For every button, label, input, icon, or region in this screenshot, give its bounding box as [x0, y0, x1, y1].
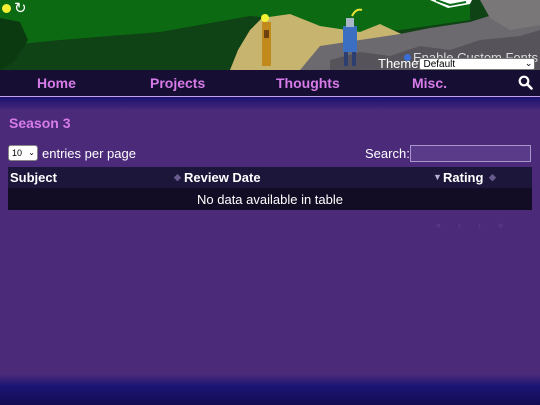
column-header-subject[interactable]: Subject	[10, 170, 57, 185]
nav-item-projects[interactable]: Projects	[150, 75, 205, 91]
footer-bar	[0, 374, 540, 405]
refresh-icon[interactable]: ↻	[14, 0, 27, 16]
theme-label: Theme	[378, 56, 419, 70]
chevron-down-icon: ⌄	[524, 57, 533, 68]
column-header-rating[interactable]: Rating	[443, 170, 483, 185]
nav-item-misc[interactable]: Misc.	[412, 75, 447, 91]
main-nav: Home Projects Thoughts Misc.	[0, 70, 540, 97]
page-length-value: 10	[12, 148, 23, 158]
chevron-down-icon: ⌄	[28, 148, 35, 157]
search-input[interactable]	[409, 145, 531, 162]
nav-item-home[interactable]: Home	[37, 75, 76, 91]
table-header: Subject ◆ Review Date ▼ Rating ◆	[8, 167, 532, 188]
pagination: « ‹ › »	[436, 220, 503, 230]
sun-icon[interactable]	[2, 4, 11, 13]
search-label: Search:	[365, 146, 410, 161]
last-page-button[interactable]: »	[498, 220, 503, 230]
page-length-control: 10 ⌄ entries per page	[8, 145, 136, 161]
table-row: No data available in table	[8, 188, 532, 210]
theme-select[interactable]: Default ⌄	[419, 57, 536, 70]
theme-picker: Theme Default ⌄	[378, 56, 536, 70]
sort-icon: ◆	[489, 172, 496, 182]
table-search: Search:	[365, 145, 531, 162]
sort-descending-icon: ▼	[433, 172, 442, 182]
empty-table-message: No data available in table	[197, 192, 343, 207]
nav-item-thoughts[interactable]: Thoughts	[276, 75, 340, 91]
reviews-table: Subject ◆ Review Date ▼ Rating ◆ No data…	[8, 167, 532, 210]
search-icon[interactable]	[518, 75, 533, 90]
page-length-select[interactable]: 10 ⌄	[8, 145, 38, 161]
column-header-review-date[interactable]: Review Date	[184, 170, 261, 185]
previous-page-button[interactable]: ‹	[458, 220, 461, 230]
entries-label: entries per page	[42, 145, 136, 161]
theme-select-value: Default	[423, 58, 456, 70]
first-page-button[interactable]: «	[436, 220, 441, 230]
header-divider	[0, 97, 540, 111]
header-banner: ↻ Enable Custom Fonts Theme Default ⌄	[0, 0, 540, 70]
sort-icon: ◆	[174, 172, 181, 182]
page-title: Season 3	[9, 115, 71, 131]
next-page-button[interactable]: ›	[478, 220, 481, 230]
